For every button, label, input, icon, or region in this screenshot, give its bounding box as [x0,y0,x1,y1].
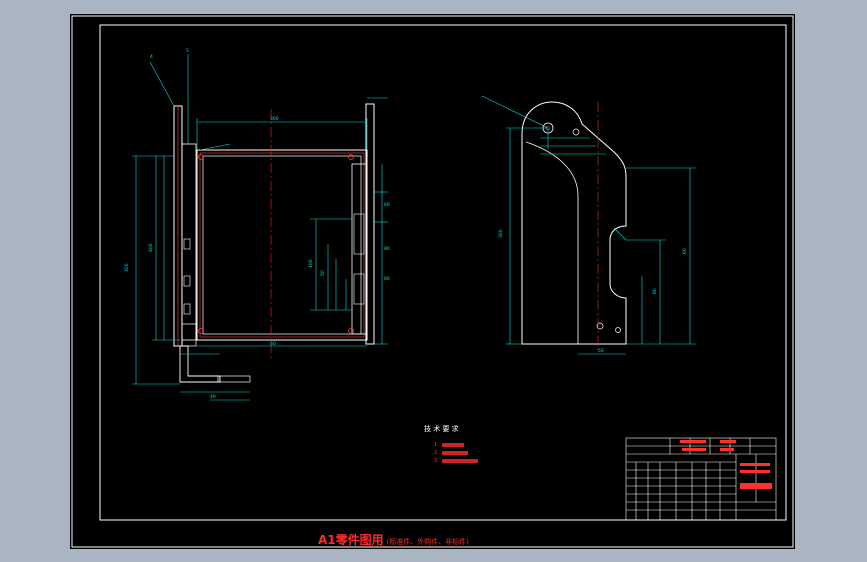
dim-label: 5 [186,48,189,54]
drawing-sheet: 4 5 300 60 300 400 60 80 80 100 50 40 30… [70,14,795,549]
dim-label: 60 [384,202,390,208]
frame-red-outline [199,152,365,338]
inner-frame-line [202,155,362,335]
caption-note: (标准件、外购件、非标件) [386,538,469,546]
title-block-red [680,440,772,489]
side-dim-labels: 300 60 80 50 [498,229,688,354]
tech-requirements: 技 术 要 求 1. 2. 3. [424,424,478,464]
dim-label: 60 [270,341,276,347]
tech-req-title: 技 术 要 求 [424,424,459,433]
caption-title: A1零件图用 [318,533,384,547]
front-view: 4 5 300 60 300 400 60 80 80 100 50 40 [124,48,390,401]
dim-label: 50 [598,348,604,354]
dim-label: 80 [384,276,390,282]
tech-req-item: 2. [434,450,439,456]
dim-label: 40 [210,394,216,400]
dim-label: 4 [150,54,153,60]
foot-bracket [179,345,221,383]
drawing-canvas: 4 5 300 60 300 400 60 80 80 100 50 40 30… [71,15,794,548]
dim-label: 400 [148,243,154,252]
side-dimensions [481,95,696,355]
main-frame [196,149,368,341]
dim-label: 300 [498,229,504,238]
dim-label: 80 [652,288,658,294]
dim-label: 300 [270,116,279,122]
side-plate-outline [521,101,627,345]
dim-label: 80 [384,246,390,252]
front-dimensions [132,54,388,401]
sheet-caption: A1零件图用 (标准件、外购件、非标件) [318,531,798,548]
tech-req-item: 3. [434,458,439,464]
cad-viewport[interactable]: 4 5 300 60 300 400 60 80 80 100 50 40 30… [0,0,867,562]
tech-req-item: 1. [434,442,439,448]
dim-label: 100 [308,259,314,268]
dim-label: 50 [320,270,326,276]
side-view: 300 60 80 50 [481,95,696,355]
dim-label: 300 [124,263,130,272]
dim-label: 60 [682,248,688,254]
outer-border [71,15,794,548]
